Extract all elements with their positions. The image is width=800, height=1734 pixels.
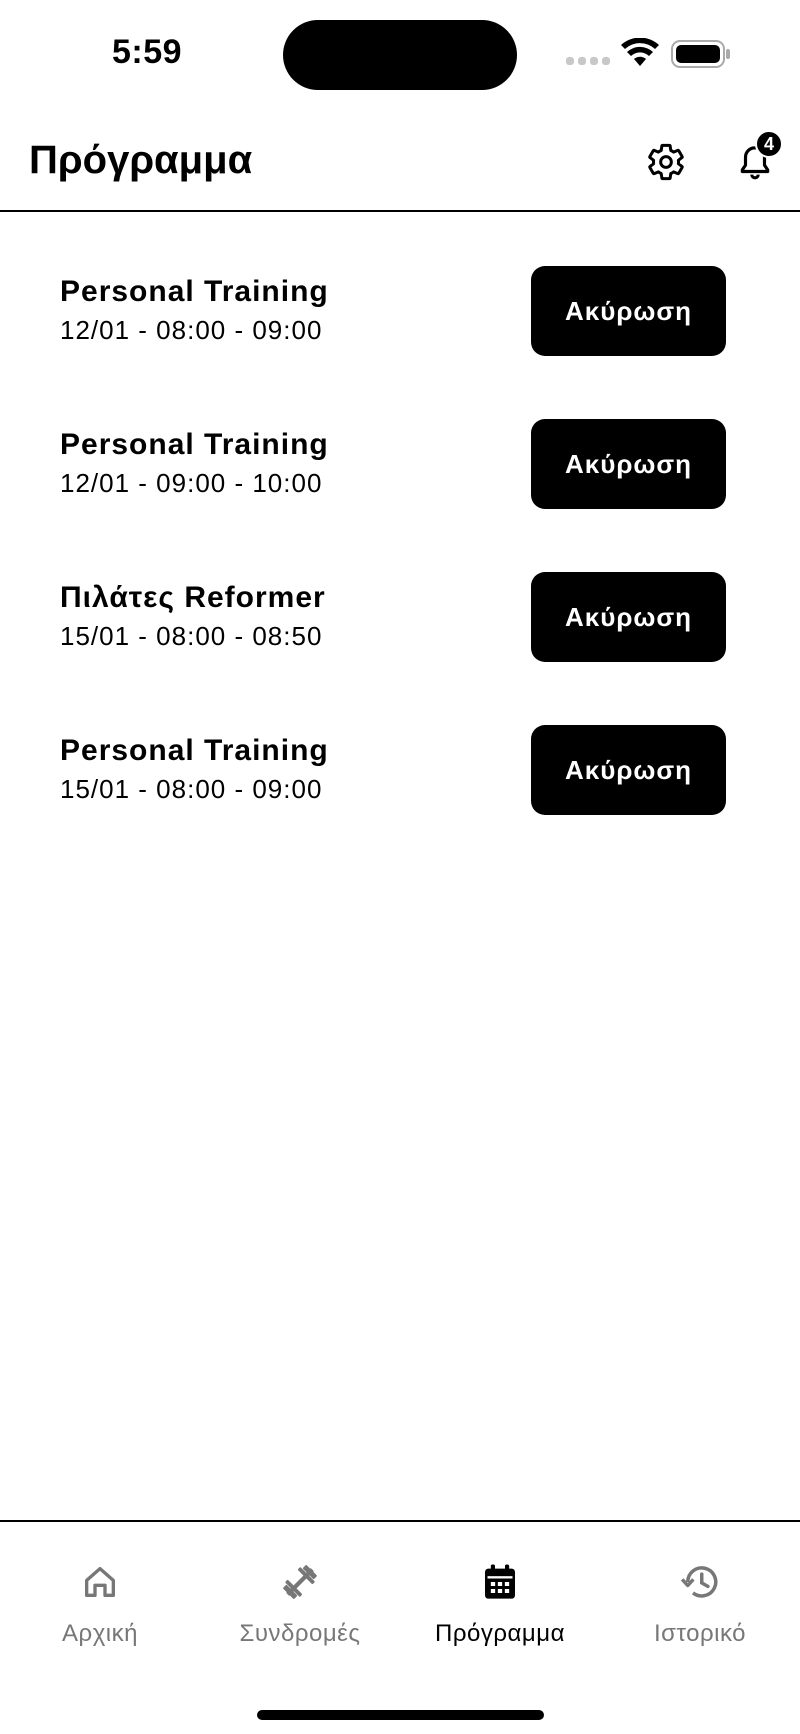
- cancel-button[interactable]: Ακύρωση: [531, 572, 726, 662]
- nav-label: Αρχική: [62, 1620, 138, 1647]
- session-name: Πιλάτες Reformer: [60, 581, 326, 614]
- wifi-icon: [621, 38, 659, 66]
- home-indicator: [257, 1710, 544, 1720]
- list-item: Personal Training 12/01 - 08:00 - 09:00 …: [0, 212, 800, 365]
- notification-count-badge: 4: [755, 130, 783, 158]
- dynamic-island: [283, 20, 517, 90]
- notifications-button[interactable]: 4: [731, 130, 783, 186]
- session-time: 12/01 - 09:00 - 10:00: [60, 468, 323, 498]
- history-icon: [678, 1560, 722, 1604]
- gear-icon: [648, 143, 684, 181]
- session-name: Personal Training: [60, 428, 329, 461]
- session-time: 15/01 - 08:00 - 08:50: [60, 621, 323, 651]
- list-item: Personal Training 12/01 - 09:00 - 10:00 …: [0, 365, 800, 518]
- app-header: Πρόγραμμα 4: [0, 110, 800, 212]
- cancel-button[interactable]: Ακύρωση: [531, 266, 726, 356]
- list-item: Πιλάτες Reformer 15/01 - 08:00 - 08:50 Α…: [0, 518, 800, 671]
- session-info: Personal Training 12/01 - 09:00 - 10:00: [60, 427, 329, 501]
- nav-item-schedule[interactable]: Πρόγραμμα: [400, 1522, 600, 1662]
- nav-item-history[interactable]: Ιστορικό: [600, 1522, 800, 1662]
- nav-label: Συνδρομές: [239, 1620, 361, 1647]
- page-title: Πρόγραμμα: [29, 138, 253, 182]
- settings-button[interactable]: [642, 138, 690, 186]
- nav-item-home[interactable]: Αρχική: [0, 1522, 200, 1662]
- session-name: Personal Training: [60, 734, 329, 767]
- session-time: 15/01 - 08:00 - 09:00: [60, 774, 323, 804]
- session-info: Πιλάτες Reformer 15/01 - 08:00 - 08:50: [60, 580, 326, 654]
- session-info: Personal Training 15/01 - 08:00 - 09:00: [60, 733, 329, 807]
- nav-label: Πρόγραμμα: [435, 1620, 565, 1647]
- list-item: Personal Training 15/01 - 08:00 - 09:00 …: [0, 671, 800, 824]
- cancel-button[interactable]: Ακύρωση: [531, 725, 726, 815]
- dumbbell-icon: [278, 1560, 322, 1604]
- cellular-signal-icon: [566, 57, 610, 65]
- home-icon: [78, 1560, 122, 1604]
- sessions-list: Personal Training 12/01 - 08:00 - 09:00 …: [0, 212, 800, 824]
- session-time: 12/01 - 08:00 - 09:00: [60, 315, 323, 345]
- bottom-nav: Αρχική Συνδρομές Πρόγραμμα Ιστορικό: [0, 1520, 800, 1734]
- session-name: Personal Training: [60, 275, 329, 308]
- session-info: Personal Training 12/01 - 08:00 - 09:00: [60, 274, 329, 348]
- status-bar: 5:59: [0, 0, 800, 110]
- nav-label: Ιστορικό: [653, 1620, 746, 1647]
- calendar-icon: [478, 1560, 522, 1604]
- cancel-button[interactable]: Ακύρωση: [531, 419, 726, 509]
- battery-icon: [671, 40, 730, 68]
- nav-item-subscriptions[interactable]: Συνδρομές: [200, 1522, 400, 1662]
- status-time: 5:59: [112, 33, 183, 71]
